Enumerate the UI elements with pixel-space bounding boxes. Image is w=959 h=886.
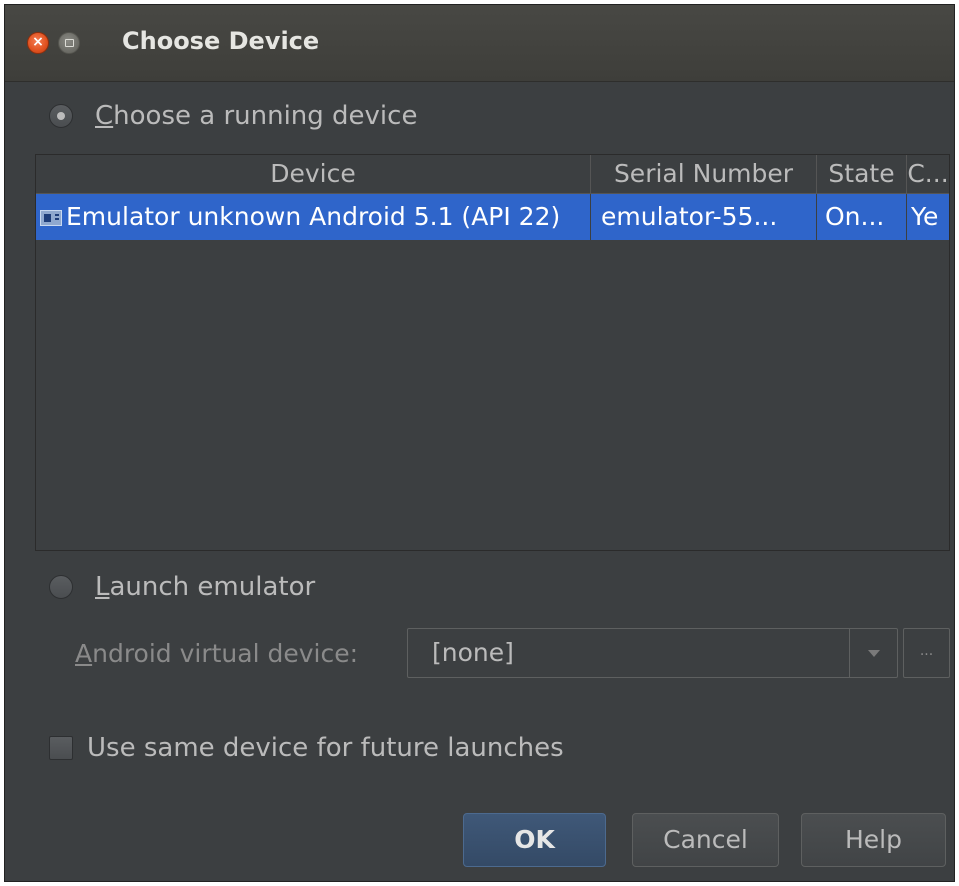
state-cell: On... (817, 194, 907, 240)
browse-avd-button[interactable]: ... (903, 628, 950, 678)
launch-emulator-option[interactable]: Launch emulator (49, 570, 315, 604)
launch-emulator-radio[interactable] (49, 575, 73, 599)
same-device-checkbox[interactable] (49, 736, 73, 760)
android-virtual-device-select[interactable]: [none] (407, 628, 898, 678)
choose-running-device-option[interactable]: Choose a running device (49, 99, 417, 133)
dropdown-arrow-icon[interactable] (849, 629, 897, 677)
title-bar: × Choose Device (5, 5, 954, 82)
close-window-button[interactable]: × (27, 32, 49, 54)
cancel-button[interactable]: Cancel (632, 813, 779, 867)
launch-emulator-label: Launch emulator (95, 572, 316, 602)
maximize-window-button[interactable] (58, 32, 80, 54)
column-header-state[interactable]: State (817, 155, 907, 193)
column-header-serial-number[interactable]: Serial Number (591, 155, 817, 193)
device-cell: Emulator unknown Android 5.1 (API 22) (36, 194, 591, 240)
dialog-title: Choose Device (122, 27, 320, 55)
running-device-radio[interactable] (49, 104, 73, 128)
help-button[interactable]: Help (801, 813, 946, 867)
compatible-cell: Ye (911, 202, 939, 231)
table-header: Device Serial Number State C... (36, 155, 949, 194)
device-table[interactable]: Device Serial Number State C... Emulator… (35, 154, 950, 551)
android-virtual-device-label: Android virtual device: (75, 639, 359, 668)
choose-device-dialog: × Choose Device Choose a running device … (4, 4, 955, 882)
emulator-device-icon (40, 210, 62, 226)
same-device-option[interactable]: Use same device for future launches (49, 733, 564, 763)
ok-button[interactable]: OK (463, 813, 606, 867)
column-header-device[interactable]: Device (36, 155, 591, 193)
close-icon: × (32, 34, 44, 50)
serial-cell: emulator-55... (591, 194, 817, 240)
column-header-compatible[interactable]: C... (907, 155, 949, 193)
avd-selected-value: [none] (432, 638, 514, 667)
running-device-label: Choose a running device (95, 101, 418, 131)
table-row[interactable]: Emulator unknown Android 5.1 (API 22) em… (36, 194, 949, 240)
same-device-label: Use same device for future launches (87, 733, 564, 763)
